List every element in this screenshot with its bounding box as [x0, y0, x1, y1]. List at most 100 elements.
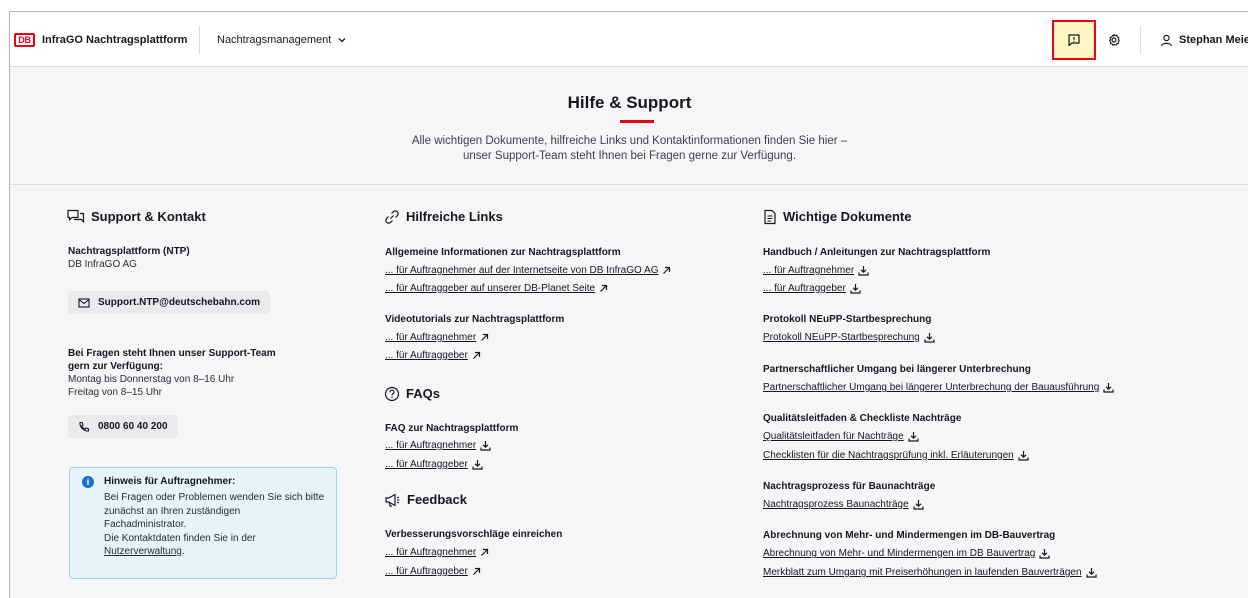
- feedback-title: Verbesserungsvorschläge einreichen: [385, 529, 563, 540]
- divider: [199, 26, 200, 54]
- doc-link[interactable]: Abrechnung von Mehr- und Mindermengen im…: [763, 547, 1050, 560]
- user-icon: [1160, 34, 1173, 47]
- doc-group-title: Protokoll NEuPP-Startbesprechung: [763, 314, 932, 325]
- link-video-contractor[interactable]: ... für Auftragnehmer: [385, 331, 489, 344]
- doc-link[interactable]: Merkblatt zum Umgang mit Preiserhöhungen…: [763, 566, 1097, 579]
- download-icon: [1085, 567, 1097, 578]
- link-text: ... für Auftragnehmer: [385, 440, 477, 451]
- doc-group-title: Partnerschaftlicher Umgang bei längerer …: [763, 364, 1031, 375]
- subtitle-line: Alle wichtigen Dokumente, hilfreiche Lin…: [411, 135, 848, 147]
- contractor-info-box: i Hinweis für Auftragnehmer: Bei Fragen …: [69, 467, 337, 579]
- info-box-text: zunächst an Ihren zuständigen: [104, 505, 241, 517]
- link-text: Protokoll NEuPP-Startbesprechung: [763, 332, 920, 343]
- gear-icon: [1107, 33, 1121, 47]
- section-heading-text: FAQs: [406, 386, 440, 401]
- chat-bubbles-icon: [67, 209, 85, 225]
- link-text: ... für Auftraggeber: [385, 566, 468, 577]
- link-text: ... für Auftraggeber: [763, 283, 846, 294]
- external-link-icon: [599, 284, 608, 293]
- doc-group-title: Qualitätsleitfaden & Checkliste Nachträg…: [763, 413, 962, 424]
- link-text: ... für Auftraggeber: [385, 350, 468, 361]
- megaphone-icon: [384, 492, 401, 508]
- link-faq-contractor[interactable]: ... für Auftragnehmer: [385, 439, 491, 452]
- feedback-message-icon: [1067, 33, 1081, 47]
- section-heading-text: Support & Kontakt: [91, 209, 206, 224]
- link-chain-icon: [384, 209, 400, 225]
- link-text: Partnerschaftlicher Umgang bei längerer …: [763, 382, 1100, 393]
- email-button[interactable]: Support.NTP@deutschebahn.com: [68, 291, 270, 314]
- doc-link[interactable]: Checklisten für die Nachtragsprüfung ink…: [763, 449, 1029, 462]
- phone-button[interactable]: 0800 60 40 200: [68, 415, 178, 438]
- link-text: ... für Auftragnehmer: [385, 547, 477, 558]
- download-icon: [908, 431, 919, 442]
- user-management-link[interactable]: Nutzerverwaltung: [104, 546, 182, 557]
- page-subtitle: Alle wichtigen Dokumente, hilfreiche Lin…: [10, 134, 1248, 164]
- info-box-text: Die Kontaktdaten finden Sie in der: [104, 532, 256, 544]
- section-heading-text: Hilfreiche Links: [406, 209, 503, 224]
- doc-link[interactable]: Protokoll NEuPP-Startbesprechung: [763, 331, 935, 344]
- user-name: Stephan Meier: [1179, 34, 1248, 46]
- doc-link[interactable]: Qualitätsleitfaden für Nachträge: [763, 430, 919, 443]
- info-box-body: Bei Fragen oder Problemen wenden Sie sic…: [104, 491, 332, 559]
- external-link-icon: [472, 351, 481, 360]
- download-icon: [1018, 450, 1029, 461]
- download-icon: [850, 283, 861, 294]
- link-faq-client[interactable]: ... für Auftraggeber: [385, 458, 483, 471]
- db-logo[interactable]: DB: [14, 33, 35, 47]
- document-icon: [763, 209, 777, 225]
- user-menu[interactable]: Stephan Meier: [1160, 32, 1248, 48]
- settings-button[interactable]: [1104, 30, 1124, 50]
- nav-dropdown-label: Nachtragsmanagement: [217, 34, 332, 46]
- feedback-button[interactable]: [1052, 20, 1096, 60]
- documents-section-heading: Wichtige Dokumente: [763, 208, 911, 226]
- help-content: Support & Kontakt Nachtragsplattform (NT…: [10, 186, 1248, 598]
- doc-link[interactable]: ... für Auftraggeber: [763, 282, 861, 295]
- link-text: Qualitätsleitfaden für Nachträge: [763, 431, 904, 442]
- question-circle-icon: [384, 386, 400, 402]
- feedback-section-heading: Feedback: [384, 491, 467, 509]
- link-contractor-website[interactable]: ... für Auftragnehmer auf der Internetse…: [385, 264, 671, 277]
- video-tutorials-title: Videotutorials zur Nachtragsplattform: [385, 314, 565, 325]
- link-text: ... für Auftragnehmer: [763, 265, 855, 276]
- doc-link[interactable]: Nachtragsprozess Baunachträge: [763, 498, 924, 511]
- faq-section-heading: FAQs: [384, 385, 440, 403]
- download-icon: [472, 459, 483, 470]
- doc-group-title: Abrechnung von Mehr- und Mindermengen im…: [763, 530, 1056, 541]
- download-icon: [858, 265, 869, 276]
- doc-link[interactable]: Partnerschaftlicher Umgang bei längerer …: [763, 381, 1114, 394]
- link-text: Merkblatt zum Umgang mit Preiserhöhungen…: [763, 567, 1082, 578]
- phone-icon: [78, 421, 90, 433]
- info-box-text: Bei Fragen oder Problemen wenden Sie sic…: [104, 492, 325, 503]
- faq-title: FAQ zur Nachtragsplattform: [385, 423, 519, 434]
- link-text: ... für Auftragnehmer: [385, 332, 477, 343]
- doc-group-title: Handbuch / Anleitungen zur Nachtragsplat…: [763, 247, 991, 258]
- app-title[interactable]: InfraGO Nachtragsplattform: [42, 32, 187, 48]
- support-section-heading: Support & Kontakt: [67, 208, 206, 226]
- chevron-down-icon: [337, 35, 347, 45]
- support-hours-title: gern zur Verfügung:: [68, 361, 163, 372]
- page-header: Hilfe & Support Alle wichtigen Dokumente…: [10, 68, 1248, 185]
- support-hours-title: Bei Fragen steht Ihnen unser Support-Tea…: [68, 348, 276, 359]
- title-accent-line: [620, 120, 654, 123]
- download-icon: [1103, 382, 1114, 393]
- info-box-title: Hinweis für Auftragnehmer:: [104, 476, 236, 487]
- link-feedback-contractor[interactable]: ... für Auftragnehmer: [385, 546, 489, 559]
- link-video-client[interactable]: ... für Auftraggeber: [385, 349, 481, 362]
- divider: [1140, 26, 1141, 54]
- org-name: DB InfraGO AG: [68, 259, 137, 270]
- external-link-icon: [480, 333, 489, 342]
- top-navigation-bar: DB InfraGO Nachtragsplattform Nachtragsm…: [10, 12, 1248, 67]
- info-icon: i: [82, 476, 94, 488]
- external-link-icon: [480, 548, 489, 557]
- download-icon: [913, 499, 924, 510]
- link-text: ... für Auftraggeber: [385, 459, 468, 470]
- link-feedback-client[interactable]: ... für Auftraggeber: [385, 565, 481, 578]
- support-hours-friday: Freitag von 8–15 Uhr: [68, 387, 162, 398]
- link-client-planet[interactable]: ... für Auftraggeber auf unserer DB-Plan…: [385, 282, 608, 295]
- link-text: Checklisten für die Nachtragsprüfung ink…: [763, 450, 1014, 461]
- doc-link[interactable]: ... für Auftragnehmer: [763, 264, 869, 277]
- external-link-icon: [662, 266, 671, 275]
- info-box-text: .: [181, 546, 185, 557]
- phone-number: 0800 60 40 200: [98, 421, 168, 432]
- nav-dropdown[interactable]: Nachtragsmanagement: [217, 32, 347, 48]
